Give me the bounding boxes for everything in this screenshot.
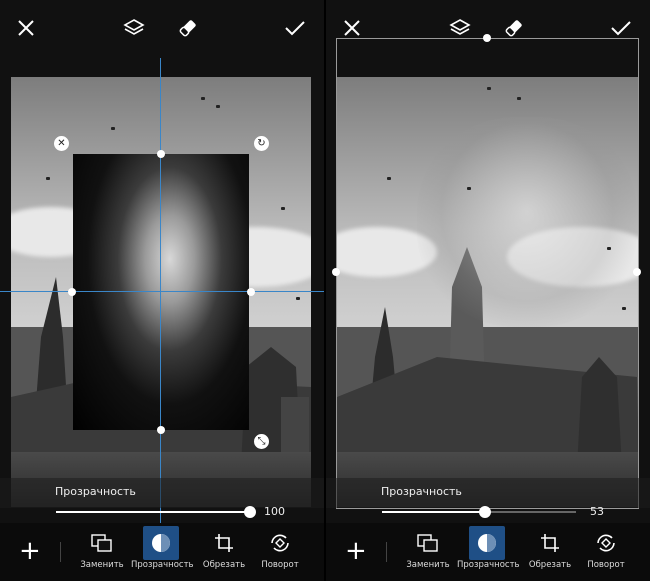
opacity-bar [0,478,324,508]
checkmark-icon[interactable] [281,14,309,42]
editor-panel-right: Прозрачность 53 + Заменить Прозрачность … [326,0,650,581]
editor-panel-left: ✕ ↻ ⤡ Прозрачность 100 + Заменить Прозра… [0,0,324,581]
horizontal-guide [0,291,324,292]
top-toolbar [0,0,324,56]
opacity-slider-knob[interactable] [478,506,491,518]
rotate-icon [250,526,310,560]
opacity-slider-fill [56,511,250,513]
scale-handle-icon[interactable]: ⤡ [254,434,269,449]
resize-handle-right[interactable] [633,268,641,276]
opacity-slider-knob[interactable] [244,506,256,518]
opacity-slider-fill [382,511,485,513]
tool-crop-label: Обрезать [202,560,246,570]
opacity-value: 100 [264,505,285,518]
tool-opacity[interactable]: Прозрачность [457,526,520,578]
close-icon[interactable] [12,14,40,42]
resize-handle-left[interactable] [332,268,340,276]
tool-replace-label: Заменить [80,560,124,570]
rotate-icon [576,526,636,560]
opacity-label: Прозрачность [381,485,462,498]
opacity-icon [469,526,505,560]
tool-replace[interactable]: Заменить [398,526,458,578]
opacity-bar [326,478,650,508]
opacity-label: Прозрачность [55,485,136,498]
resize-handle-bottom[interactable] [157,426,165,434]
eraser-icon[interactable] [174,14,202,42]
toolbar-divider [60,542,61,562]
tool-opacity-label: Прозрачность [457,560,520,570]
tool-crop[interactable]: Обрезать [520,526,580,578]
rotate-handle-icon[interactable]: ↻ [254,136,269,151]
resize-handle-top[interactable] [157,150,165,158]
crop-icon [520,526,580,560]
toolbar-divider [386,542,387,562]
crop-icon [194,526,254,560]
opacity-slider[interactable] [382,506,576,518]
tool-crop-label: Обрезать [528,560,572,570]
tool-rotate-label: Поворот [587,560,625,570]
tool-rotate[interactable]: Поворот [576,526,636,578]
resize-handle-top[interactable] [483,34,491,42]
tool-replace[interactable]: Заменить [72,526,132,578]
tool-opacity[interactable]: Прозрачность [131,526,194,578]
opacity-icon [143,526,179,560]
remove-layer-icon[interactable]: ✕ [54,136,69,151]
resize-handle-left[interactable] [68,288,76,296]
overlay-portrait-image[interactable] [73,154,249,430]
tool-replace-label: Заменить [406,560,450,570]
resize-handle-right[interactable] [247,288,255,296]
tool-opacity-label: Прозрачность [131,560,194,570]
replace-icon [72,526,132,560]
layers-icon[interactable] [120,14,148,42]
tool-rotate[interactable]: Поворот [250,526,310,578]
add-layer-icon[interactable]: + [345,538,367,564]
tool-crop[interactable]: Обрезать [194,526,254,578]
opacity-value: 53 [590,505,604,518]
tool-rotate-label: Поворот [261,560,299,570]
layer-selection-box[interactable] [336,38,639,509]
add-layer-icon[interactable]: + [19,538,41,564]
replace-icon [398,526,458,560]
opacity-slider[interactable] [56,506,256,518]
